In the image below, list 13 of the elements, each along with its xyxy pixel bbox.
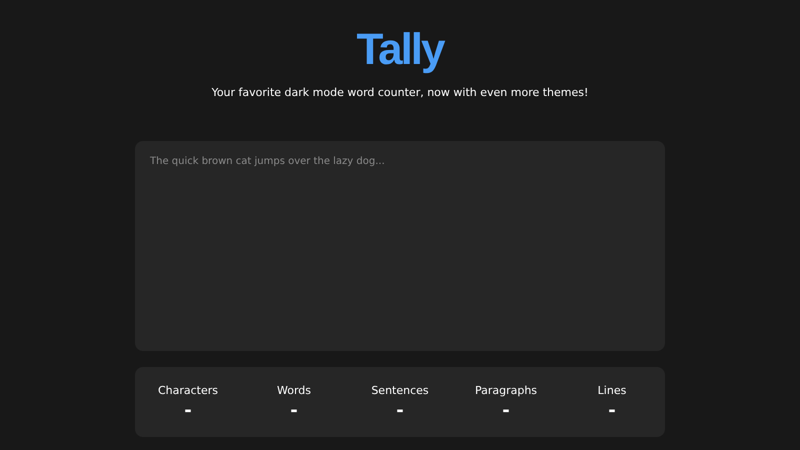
stat-value: - xyxy=(396,400,404,420)
text-input-field[interactable]: The quick brown cat jumps over the lazy dog... xyxy=(135,141,665,351)
stat-value: - xyxy=(502,400,510,420)
stat-label: Lines xyxy=(598,384,626,396)
stat-value: - xyxy=(608,400,616,420)
stat-label: Characters xyxy=(158,384,218,396)
stat-label: Paragraphs xyxy=(474,384,538,396)
stat-value: - xyxy=(184,400,192,420)
stat-label: Words xyxy=(276,384,311,396)
logo: Tally xyxy=(356,26,444,74)
stat-value: - xyxy=(290,400,298,420)
tagline: Your favorite dark mode word counter, now with even more themes! xyxy=(212,86,588,99)
stat-label: Sentences xyxy=(371,384,429,396)
